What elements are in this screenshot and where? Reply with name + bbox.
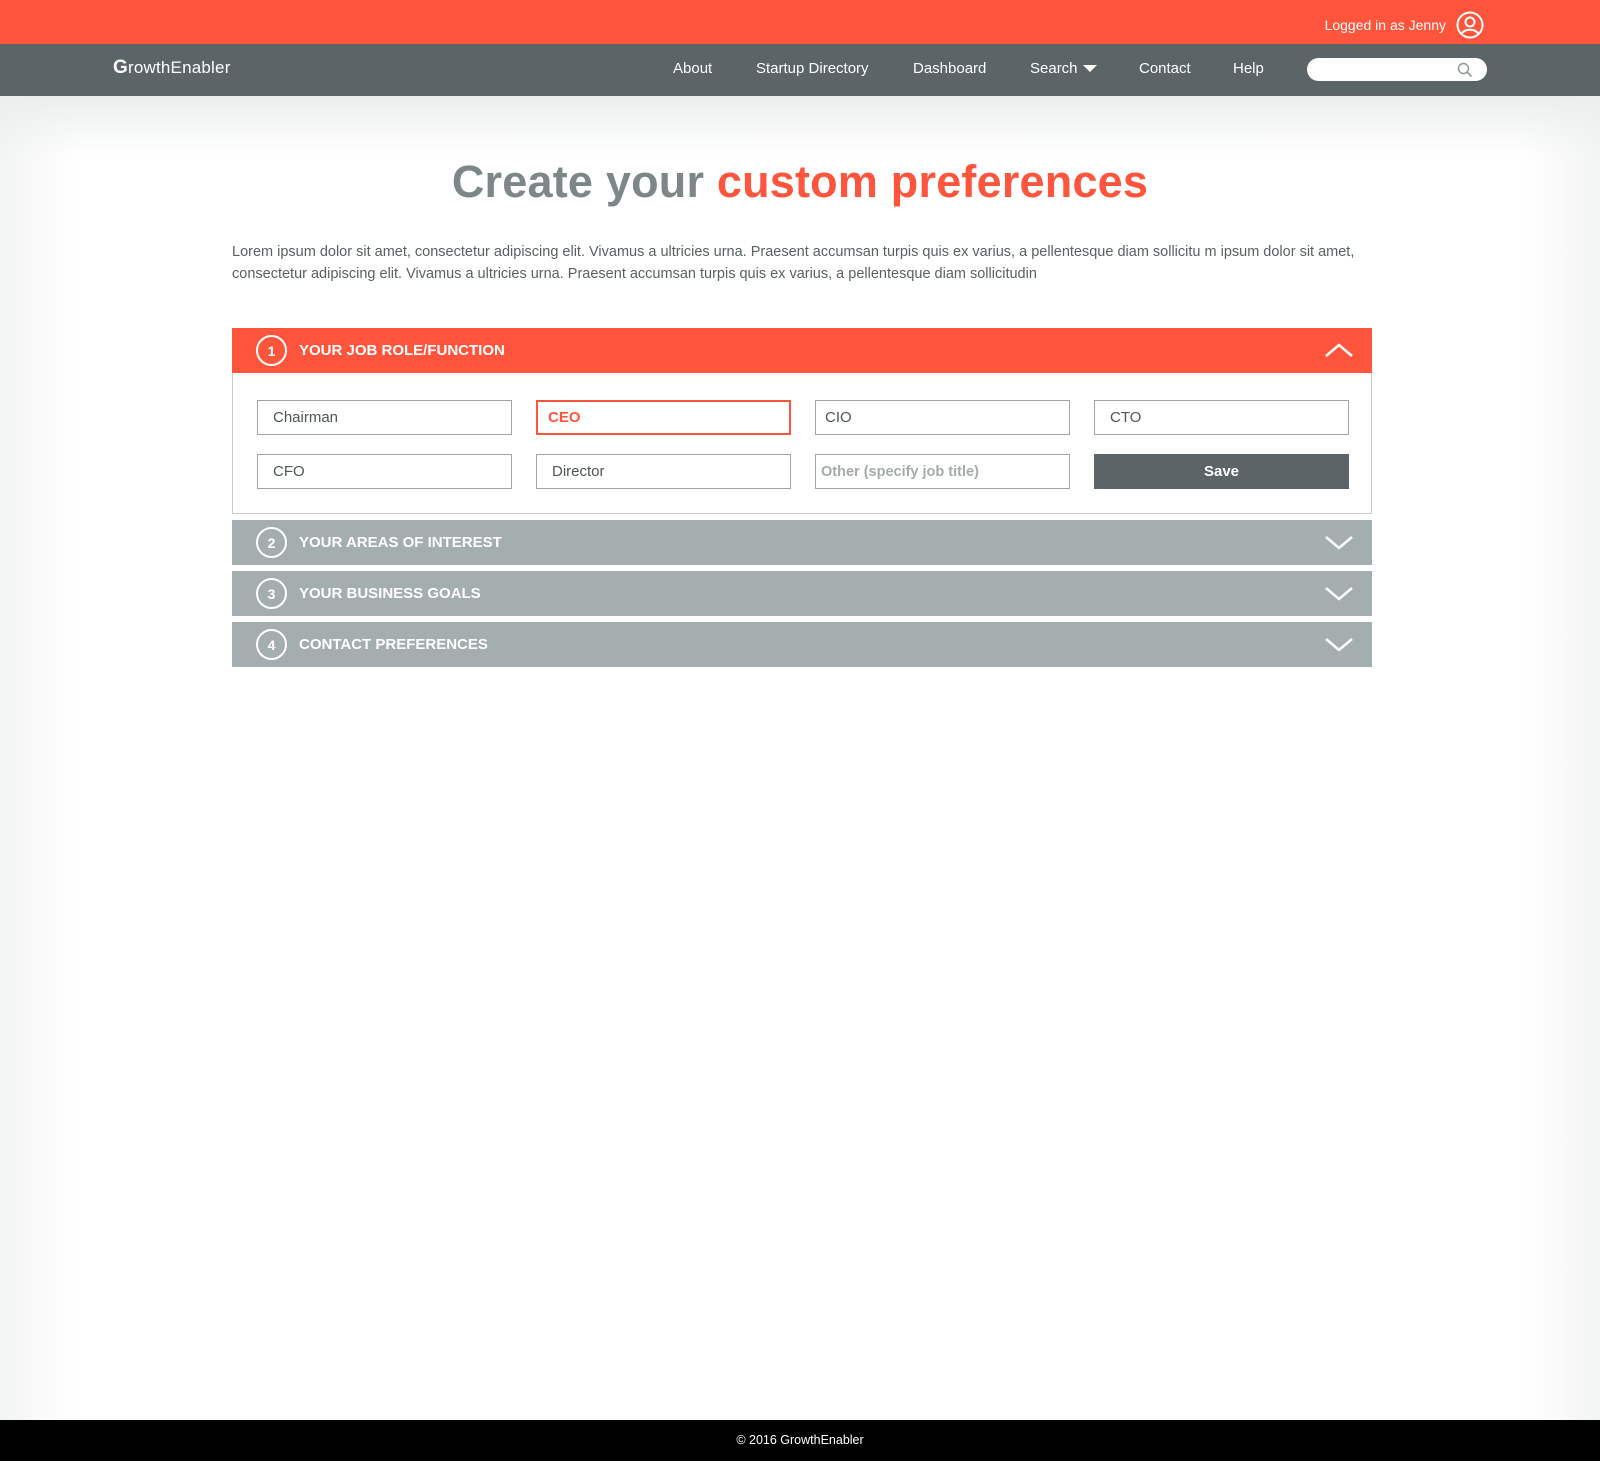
option-cio[interactable]: CIO [815, 400, 1070, 435]
save-button[interactable]: Save [1094, 454, 1349, 489]
login-status[interactable]: Logged in as Jenny [1325, 11, 1484, 39]
nav-startup-directory[interactable]: Startup Directory [756, 60, 869, 77]
footer: © 2016 GrowthEnabler [0, 1420, 1600, 1461]
section-title: CONTACT PREFERENCES [299, 636, 488, 653]
section-job-role-header[interactable]: 1 YOUR JOB ROLE/FUNCTION [232, 328, 1372, 373]
page-title-accent: custom preferences [716, 156, 1149, 207]
other-job-title-input[interactable] [815, 454, 1070, 489]
section-title: YOUR JOB ROLE/FUNCTION [299, 342, 505, 359]
chevron-up-icon[interactable] [1324, 340, 1354, 360]
top-bar: Logged in as Jenny [0, 0, 1600, 44]
option-cfo[interactable]: CFO [257, 454, 512, 489]
chevron-down-icon[interactable] [1324, 532, 1354, 552]
nav-search-label: Search [1030, 60, 1078, 77]
intro-text: Lorem ipsum dolor sit amet, consectetur … [232, 244, 1355, 282]
section-title: YOUR AREAS OF INTEREST [299, 534, 502, 551]
user-circle-icon[interactable] [1456, 11, 1484, 39]
login-text: Logged in as Jenny [1324, 17, 1446, 33]
section-title: YOUR BUSINESS GOALS [299, 585, 481, 602]
step-number: 3 [256, 578, 287, 609]
caret-down-icon [1082, 64, 1097, 72]
option-ceo[interactable]: CEO [536, 400, 791, 435]
nav-help[interactable]: Help [1233, 60, 1264, 77]
step-number: 1 [256, 335, 287, 366]
option-cto[interactable]: CTO [1094, 400, 1349, 435]
preferences-accordion: 1 YOUR JOB ROLE/FUNCTION Chairman CEO CI… [232, 328, 1372, 667]
nav-contact[interactable]: Contact [1139, 60, 1191, 77]
section-job-role-body: Chairman CEO CIO CTO CFO Director Save [232, 373, 1372, 514]
section-areas-of-interest-header[interactable]: 2 YOUR AREAS OF INTEREST [232, 520, 1372, 565]
option-chairman[interactable]: Chairman [257, 400, 512, 435]
page-title: Create your custom preferences [0, 156, 1600, 208]
main-nav: GrowthEnabler About Startup Directory Da… [0, 44, 1600, 96]
magnifier-icon[interactable] [1457, 62, 1473, 78]
copyright-text: © 2016 GrowthEnabler [736, 1432, 864, 1447]
section-contact-preferences-header[interactable]: 4 CONTACT PREFERENCES [232, 622, 1372, 667]
option-director[interactable]: Director [536, 454, 791, 489]
chevron-down-icon[interactable] [1324, 634, 1354, 654]
page-title-plain: Create your [451, 156, 717, 207]
nav-search[interactable]: Search [1030, 60, 1097, 77]
section-business-goals-header[interactable]: 3 YOUR BUSINESS GOALS [232, 571, 1372, 616]
nav-about[interactable]: About [673, 60, 712, 77]
step-number: 4 [256, 629, 287, 660]
step-number: 2 [256, 527, 287, 558]
nav-dashboard[interactable]: Dashboard [913, 60, 986, 77]
main-content: Create your custom preferences Lorem ips… [0, 96, 1600, 1420]
chevron-down-icon[interactable] [1324, 583, 1354, 603]
